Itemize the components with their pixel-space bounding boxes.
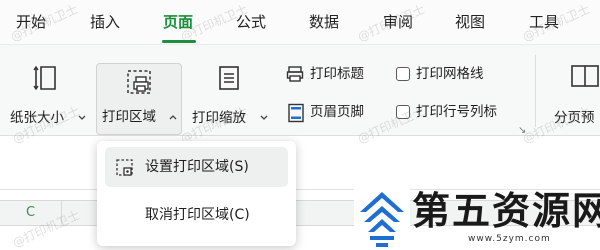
- ribbon-divider: [535, 55, 536, 127]
- dialog-launcher-icon[interactable]: ↘: [518, 125, 526, 136]
- print-row-col-headers-checkbox[interactable]: [396, 105, 410, 119]
- set-print-area-icon: [116, 159, 133, 176]
- print-gridlines-label: 打印网格线: [416, 66, 484, 82]
- page-break-preview-label: 分页预: [554, 110, 595, 126]
- print-area-icon: [127, 70, 151, 94]
- paper-size-button[interactable]: 纸张大小: [4, 51, 88, 131]
- chevron-down-icon: [260, 115, 268, 120]
- chevron-down-icon: [78, 115, 86, 120]
- print-area-button[interactable]: 打印区域: [96, 63, 182, 135]
- active-tab-indicator: [162, 40, 196, 43]
- ribbon-toolbar: 纸张大小 打印区域 打印缩放 打印标题 页眉页脚 打印网格线 打印行号列标 ↘ …: [0, 44, 600, 136]
- print-row-col-headers-label: 打印行号列标: [416, 104, 497, 120]
- page-break-preview-icon: [571, 65, 599, 87]
- print-area-dropdown-menu: 设置打印区域(S) 取消打印区域(C): [97, 141, 296, 246]
- header-footer-label: 页眉页脚: [310, 104, 364, 120]
- print-titles-icon: [286, 66, 304, 82]
- clear-print-area-label: 取消打印区域(C): [145, 207, 250, 223]
- clear-print-area-menu-item[interactable]: 取消打印区域(C): [105, 195, 288, 235]
- logo-mountain-icon: [354, 186, 410, 250]
- print-scale-button[interactable]: 打印缩放: [188, 51, 272, 131]
- tab-view[interactable]: 视图: [455, 10, 485, 34]
- column-c-label: C: [25, 205, 36, 220]
- set-print-area-label: 设置打印区域(S): [145, 159, 249, 175]
- site-logo: 第五资源网 www.5zym.com: [354, 186, 600, 250]
- column-header-c[interactable]: C: [0, 200, 62, 226]
- print-titles-label: 打印标题: [310, 66, 364, 82]
- header-footer-button[interactable]: 页眉页脚: [284, 101, 384, 125]
- set-print-area-menu-item[interactable]: 设置打印区域(S): [105, 147, 288, 187]
- print-row-col-headers-option[interactable]: 打印行号列标: [392, 101, 522, 125]
- print-gridlines-option[interactable]: 打印网格线: [392, 63, 512, 87]
- print-area-label: 打印区域: [102, 109, 156, 125]
- paper-size-label: 纸张大小: [10, 110, 64, 126]
- header-footer-icon: [288, 103, 304, 123]
- paper-size-icon: [33, 65, 56, 91]
- print-scale-label: 打印缩放: [192, 110, 246, 126]
- print-gridlines-checkbox[interactable]: [396, 67, 410, 81]
- print-titles-button[interactable]: 打印标题: [284, 63, 384, 87]
- logo-text: 第五资源网: [412, 189, 600, 233]
- print-scale-icon: [219, 66, 239, 90]
- tab-review[interactable]: 审阅: [383, 10, 413, 34]
- tab-formula[interactable]: 公式: [236, 10, 266, 34]
- logo-url: www.5zym.com: [468, 234, 551, 244]
- chevron-up-icon: [169, 115, 177, 120]
- page-break-preview-button[interactable]: 分页预: [544, 51, 600, 131]
- tab-insert[interactable]: 插入: [90, 10, 120, 34]
- tab-home[interactable]: 开始: [16, 10, 46, 34]
- tab-page[interactable]: 页面: [163, 10, 193, 34]
- menu-tab-bar: 开始 插入 页面 公式 数据 审阅 视图 工具: [0, 0, 600, 44]
- tab-data[interactable]: 数据: [309, 10, 339, 34]
- tab-tools[interactable]: 工具: [529, 10, 559, 34]
